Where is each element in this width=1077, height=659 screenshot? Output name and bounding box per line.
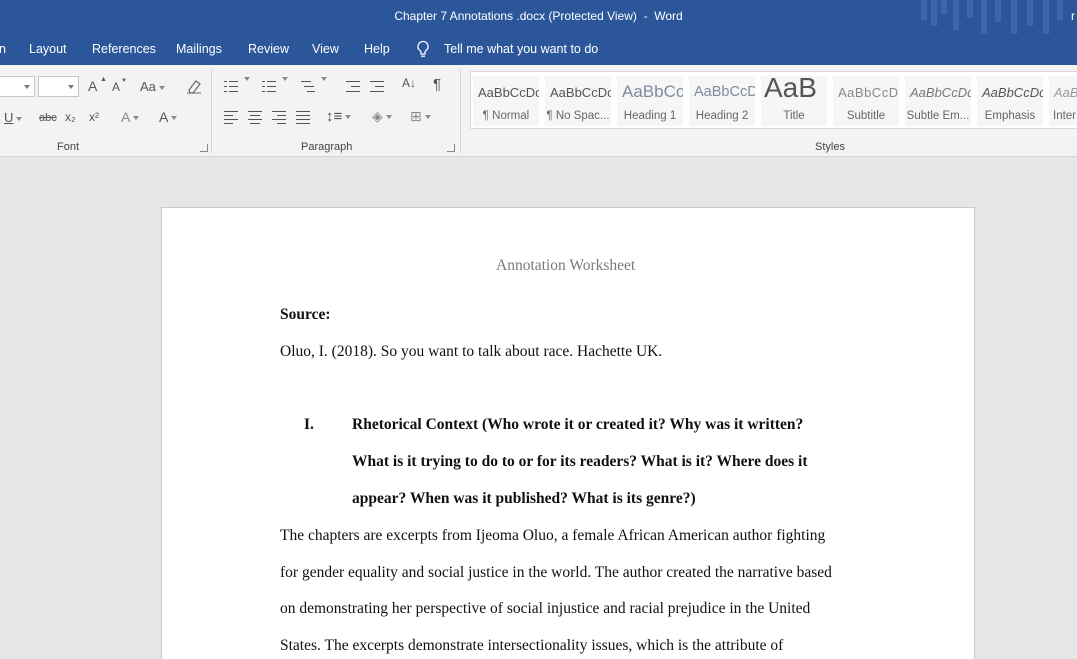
borders-icon[interactable]: ⊞ <box>410 108 431 125</box>
style-subtitle[interactable]: AaBbCcD Subtitle <box>833 76 899 126</box>
section-heading-line: appear? When was it published? What is i… <box>352 490 696 507</box>
body-line: on demonstrating her perspective of soci… <box>280 600 811 617</box>
document-area: Annotation Worksheet Source: Oluo, I. (2… <box>0 157 1077 659</box>
style-heading-1[interactable]: AaBbCc Heading 1 <box>617 76 683 126</box>
tab-help[interactable]: Help <box>364 42 390 56</box>
style-label: ¶ Normal <box>482 110 530 122</box>
tab-partial[interactable]: n <box>0 42 6 56</box>
text-effects-button[interactable]: A <box>121 109 139 125</box>
section-heading-line: Rhetorical Context (Who wrote it or crea… <box>352 416 804 433</box>
body-line: for gender equality and social justice i… <box>280 564 832 581</box>
underline-button[interactable]: U <box>4 110 22 125</box>
section-heading-line: What is it trying to do to or for its re… <box>352 453 808 470</box>
font-color-button[interactable]: A <box>159 109 177 125</box>
shading-icon[interactable]: ◈ <box>372 108 392 125</box>
style-heading-2[interactable]: AaBbCcD Heading 2 <box>689 76 755 126</box>
grow-font-button[interactable]: A <box>88 78 97 94</box>
bullets-icon[interactable] <box>224 80 238 92</box>
ribbon-tabs: n Layout References Mailings Review View… <box>0 34 1077 65</box>
multilevel-list-icon[interactable] <box>301 80 315 92</box>
shrink-font-button[interactable]: A <box>112 80 120 94</box>
strikethrough-button[interactable]: abc <box>39 112 57 124</box>
ribbon: A ▲ A ▼ Aa U abc x₂ x² A A Font . . . A↓… <box>0 65 1077 157</box>
grow-font-caret: ▲ <box>100 76 107 83</box>
numbering-icon[interactable] <box>262 80 276 92</box>
style-intense-emphasis[interactable]: AaBl Inter <box>1049 76 1077 126</box>
style-sample: AaBbCcDc <box>550 85 611 100</box>
style-sample: AaB <box>764 76 817 103</box>
clear-formatting-icon[interactable] <box>185 78 203 94</box>
align-center-icon[interactable] <box>248 111 262 124</box>
style-label: Heading 1 <box>623 110 677 122</box>
style-sample: AaBbCc <box>622 82 683 101</box>
page-header: Annotation Worksheet <box>496 257 636 274</box>
account-name-partial[interactable]: r <box>1071 9 1075 23</box>
tab-view[interactable]: View <box>312 42 339 56</box>
source-label: Source: <box>280 306 331 323</box>
font-name-combo[interactable] <box>0 76 35 97</box>
style-label: Title <box>783 110 805 122</box>
line-spacing-icon[interactable]: ↕≡ <box>326 108 351 125</box>
document-page[interactable]: Annotation Worksheet Source: Oluo, I. (2… <box>161 207 975 659</box>
numbering-dropdown[interactable]: . <box>279 77 288 81</box>
citation: Oluo, I. (2018). So you want to talk abo… <box>280 343 663 360</box>
align-left-icon[interactable] <box>224 111 238 124</box>
font-size-combo[interactable] <box>38 76 79 97</box>
show-formatting-icon[interactable]: ¶ <box>433 76 441 93</box>
style-sample: AaBbCcDd <box>982 85 1043 100</box>
style-label: Heading 2 <box>695 110 749 122</box>
styles-group-label: Styles <box>815 141 845 153</box>
superscript-button[interactable]: x² <box>89 110 99 124</box>
style-sample: AaBbCcDd <box>910 85 971 100</box>
subscript-button[interactable]: x₂ <box>65 110 76 124</box>
style-label: Emphasis <box>984 110 1036 122</box>
section-number: I. <box>304 416 314 433</box>
increase-indent-icon[interactable] <box>370 80 384 92</box>
tab-mailings[interactable]: Mailings <box>176 42 222 56</box>
style-sample: AaBbCcD <box>694 84 755 100</box>
paragraph-dialog-launcher[interactable] <box>447 144 455 152</box>
style-sample: AaBl <box>1054 85 1077 100</box>
body-line: The chapters are excerpts from Ijeoma Ol… <box>280 527 826 544</box>
style-label: Subtle Em... <box>906 110 970 122</box>
decrease-indent-icon[interactable] <box>346 80 360 92</box>
font-group-label: Font <box>57 141 80 153</box>
style-label: Subtitle <box>846 110 886 122</box>
lightbulb-icon[interactable] <box>416 40 430 58</box>
align-right-icon[interactable] <box>272 111 286 124</box>
body-line: States. The excerpts demonstrate interse… <box>280 637 784 654</box>
style-label: ¶ No Spac... <box>546 110 610 122</box>
tell-me-search[interactable]: Tell me what you want to do <box>444 42 598 56</box>
tab-references[interactable]: References <box>92 42 156 56</box>
title-bar: Chapter 7 Annotations .docx (Protected V… <box>0 0 1077 34</box>
multilevel-dropdown[interactable]: . <box>318 77 327 81</box>
styles-gallery: AaBbCcDc ¶ Normal AaBbCcDc ¶ No Spac... … <box>470 71 1077 129</box>
style-sample: AaBbCcD <box>838 85 899 100</box>
group-separator <box>460 69 461 153</box>
bullets-dropdown[interactable]: . <box>241 77 250 81</box>
title-bar-pattern <box>915 0 1065 34</box>
change-case-button[interactable]: Aa <box>140 79 165 94</box>
sort-icon[interactable]: A↓ <box>402 76 416 90</box>
group-separator <box>211 69 212 153</box>
style-title[interactable]: AaB Title <box>761 76 827 126</box>
style-sample: AaBbCcDc <box>478 85 539 100</box>
style-normal[interactable]: AaBbCcDc ¶ Normal <box>473 76 539 126</box>
font-dialog-launcher[interactable] <box>200 144 208 152</box>
style-no-spacing[interactable]: AaBbCcDc ¶ No Spac... <box>545 76 611 126</box>
paragraph-group-label: Paragraph <box>301 141 353 153</box>
shrink-font-caret: ▼ <box>121 78 127 84</box>
tab-layout[interactable]: Layout <box>29 42 67 56</box>
style-emphasis[interactable]: AaBbCcDd Emphasis <box>977 76 1043 126</box>
style-subtle-emphasis[interactable]: AaBbCcDd Subtle Em... <box>905 76 971 126</box>
style-label: Inter <box>1053 110 1077 122</box>
tab-review[interactable]: Review <box>248 42 289 56</box>
justify-icon[interactable] <box>296 111 310 124</box>
